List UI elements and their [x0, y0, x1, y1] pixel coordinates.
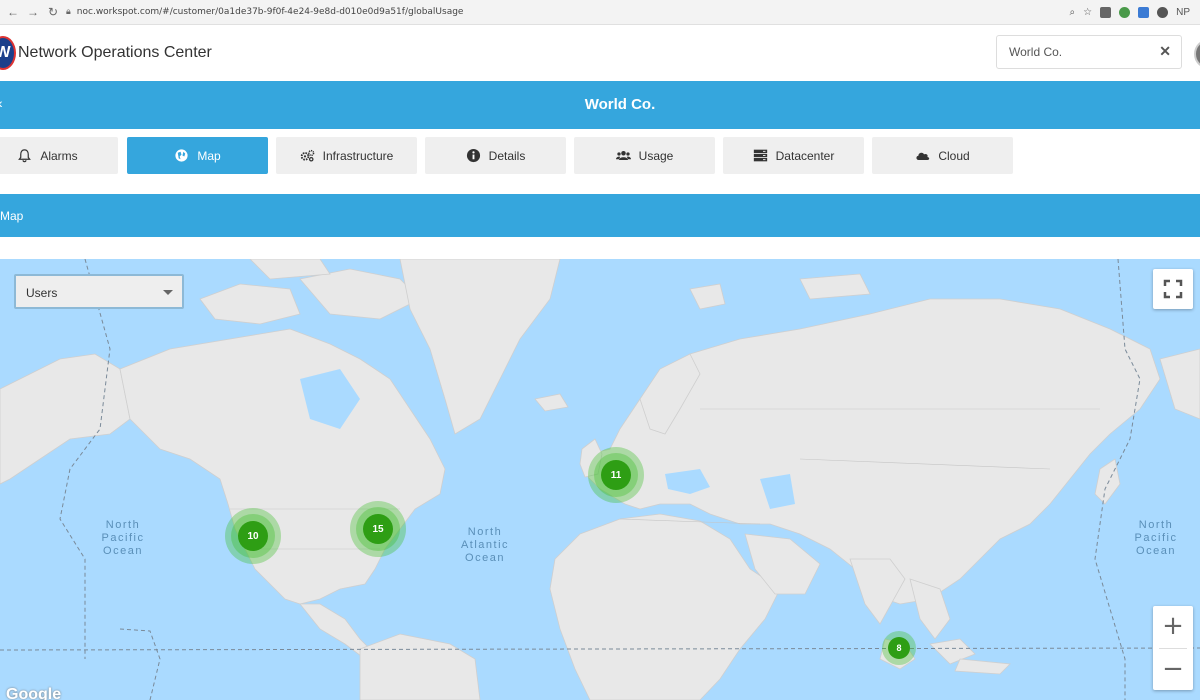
- map-cluster-marker[interactable]: 8: [882, 631, 916, 665]
- url-text: noc.workspot.com/#/customer/0a1de37b-9f0…: [76, 7, 464, 17]
- extensions-area: ⌕ ☆ NP: [1070, 6, 1190, 18]
- tab-details[interactable]: Details: [425, 137, 566, 174]
- tab-label: Map: [197, 148, 221, 163]
- customer-name: World Co.: [584, 96, 656, 113]
- workspot-logo: W: [0, 36, 16, 70]
- section-header: Map: [0, 194, 1200, 237]
- reload-icon[interactable]: ↻: [46, 5, 60, 19]
- map-cluster-marker[interactable]: 11: [588, 447, 644, 503]
- globe-icon: [175, 149, 188, 162]
- customer-search-input[interactable]: [1007, 44, 1151, 60]
- cluster-count: 10: [238, 521, 268, 551]
- ocean-label: North Pacific Ocean: [101, 519, 145, 557]
- world-map[interactable]: North Pacific Ocean North Atlantic Ocean…: [0, 259, 1200, 700]
- bookmark-star-icon[interactable]: ☆: [1083, 7, 1092, 18]
- map-cluster-marker[interactable]: 15: [350, 501, 406, 557]
- tab-usage[interactable]: Usage: [574, 137, 715, 174]
- tab-map[interactable]: Map: [127, 137, 268, 174]
- zoom-icon[interactable]: ⌕: [1070, 7, 1076, 18]
- back-arrow-icon[interactable]: ←: [6, 5, 20, 19]
- zoom-out-button[interactable]: −: [1153, 649, 1193, 689]
- address-bar[interactable]: 🔒︎ noc.workspot.com/#/customer/0a1de37b-…: [66, 0, 1070, 24]
- tab-label: Details: [488, 148, 526, 163]
- info-icon: [466, 148, 480, 163]
- tab-cloud[interactable]: Cloud: [872, 137, 1013, 174]
- forward-arrow-icon[interactable]: →: [26, 5, 40, 19]
- tab-alarms[interactable]: Alarms: [0, 137, 118, 174]
- cluster-count: 15: [363, 514, 393, 544]
- extension-icon[interactable]: [1119, 6, 1131, 18]
- google-attribution: Google: [6, 686, 62, 700]
- tab-datacenter[interactable]: Datacenter: [723, 137, 864, 174]
- customer-search: ✕: [996, 35, 1182, 69]
- fullscreen-icon: [1163, 279, 1183, 299]
- extension-icon[interactable]: [1157, 6, 1169, 18]
- tab-label: Infrastructure: [322, 148, 394, 163]
- gears-icon: [300, 149, 314, 162]
- app-header: W Network Operations Center ✕: [0, 25, 1200, 80]
- layer-select[interactable]: Users: [14, 274, 184, 309]
- section-title: Map: [0, 209, 24, 223]
- bell-icon: [18, 149, 32, 163]
- layer-select-value: Users: [26, 286, 58, 300]
- cluster-count: 11: [601, 460, 631, 490]
- customer-bar: ‹ World Co.: [0, 81, 1200, 129]
- zoom-control: + −: [1153, 606, 1193, 690]
- tab-infrastructure[interactable]: Infrastructure: [276, 137, 417, 174]
- zoom-in-button[interactable]: +: [1153, 606, 1193, 646]
- tab-label: Cloud: [938, 148, 970, 163]
- extension-icon[interactable]: [1100, 6, 1112, 18]
- map-cluster-marker[interactable]: 10: [225, 508, 281, 564]
- users-icon: [615, 151, 631, 160]
- caret-down-icon: [163, 290, 173, 295]
- lock-icon: 🔒︎: [66, 7, 71, 17]
- extension-icon[interactable]: [1138, 6, 1150, 18]
- avatar[interactable]: [1194, 39, 1200, 69]
- ocean-label: North Pacific Ocean: [1134, 519, 1178, 557]
- browser-toolbar: ← → ↻ 🔒︎ noc.workspot.com/#/customer/0a1…: [0, 0, 1200, 25]
- tab-label: Datacenter: [775, 148, 835, 163]
- ocean-label: North Atlantic Ocean: [460, 526, 510, 564]
- profile-initials[interactable]: NP: [1176, 7, 1190, 18]
- tab-label: Alarms: [40, 148, 78, 163]
- clear-icon[interactable]: ✕: [1159, 43, 1171, 60]
- fullscreen-button[interactable]: [1153, 269, 1193, 309]
- app-title: Network Operations Center: [18, 44, 212, 61]
- cluster-count: 8: [888, 637, 910, 659]
- cloud-icon: [916, 152, 930, 160]
- tab-label: Usage: [638, 148, 674, 163]
- server-icon: [753, 149, 767, 162]
